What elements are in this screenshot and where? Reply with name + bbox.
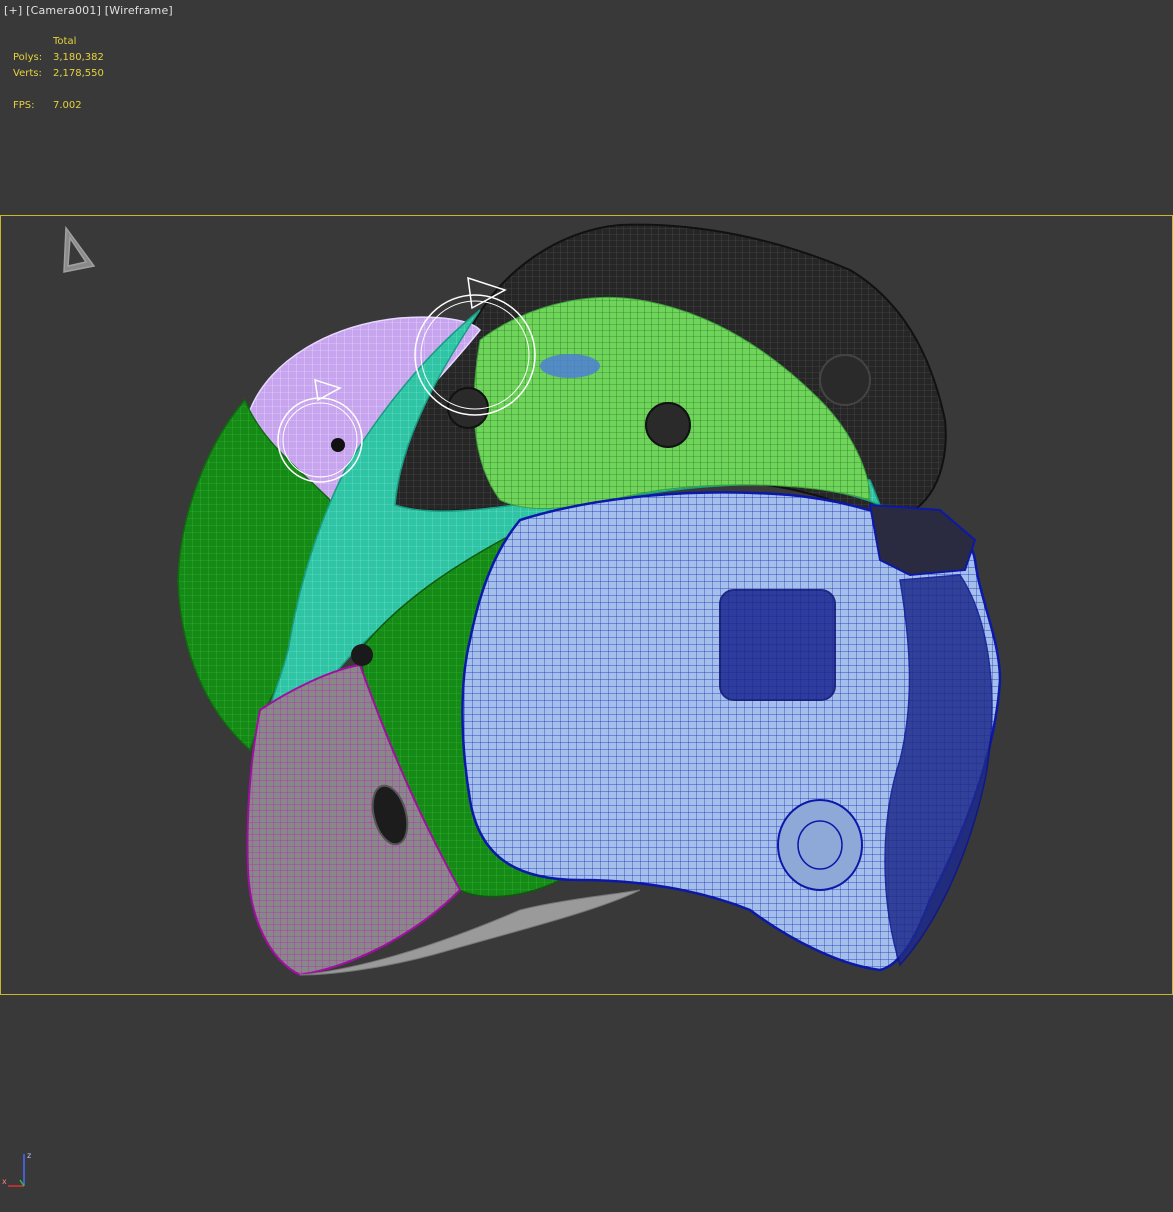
- axis-tripod-icon: z x: [2, 1151, 31, 1187]
- axis-x-label: x: [2, 1177, 7, 1186]
- axis-z-label: z: [27, 1151, 31, 1160]
- 3d-viewport[interactable]: [+] [Camera001] [Wireframe] Total Polys:…: [0, 0, 1173, 1212]
- safe-frame: [0, 215, 1173, 995]
